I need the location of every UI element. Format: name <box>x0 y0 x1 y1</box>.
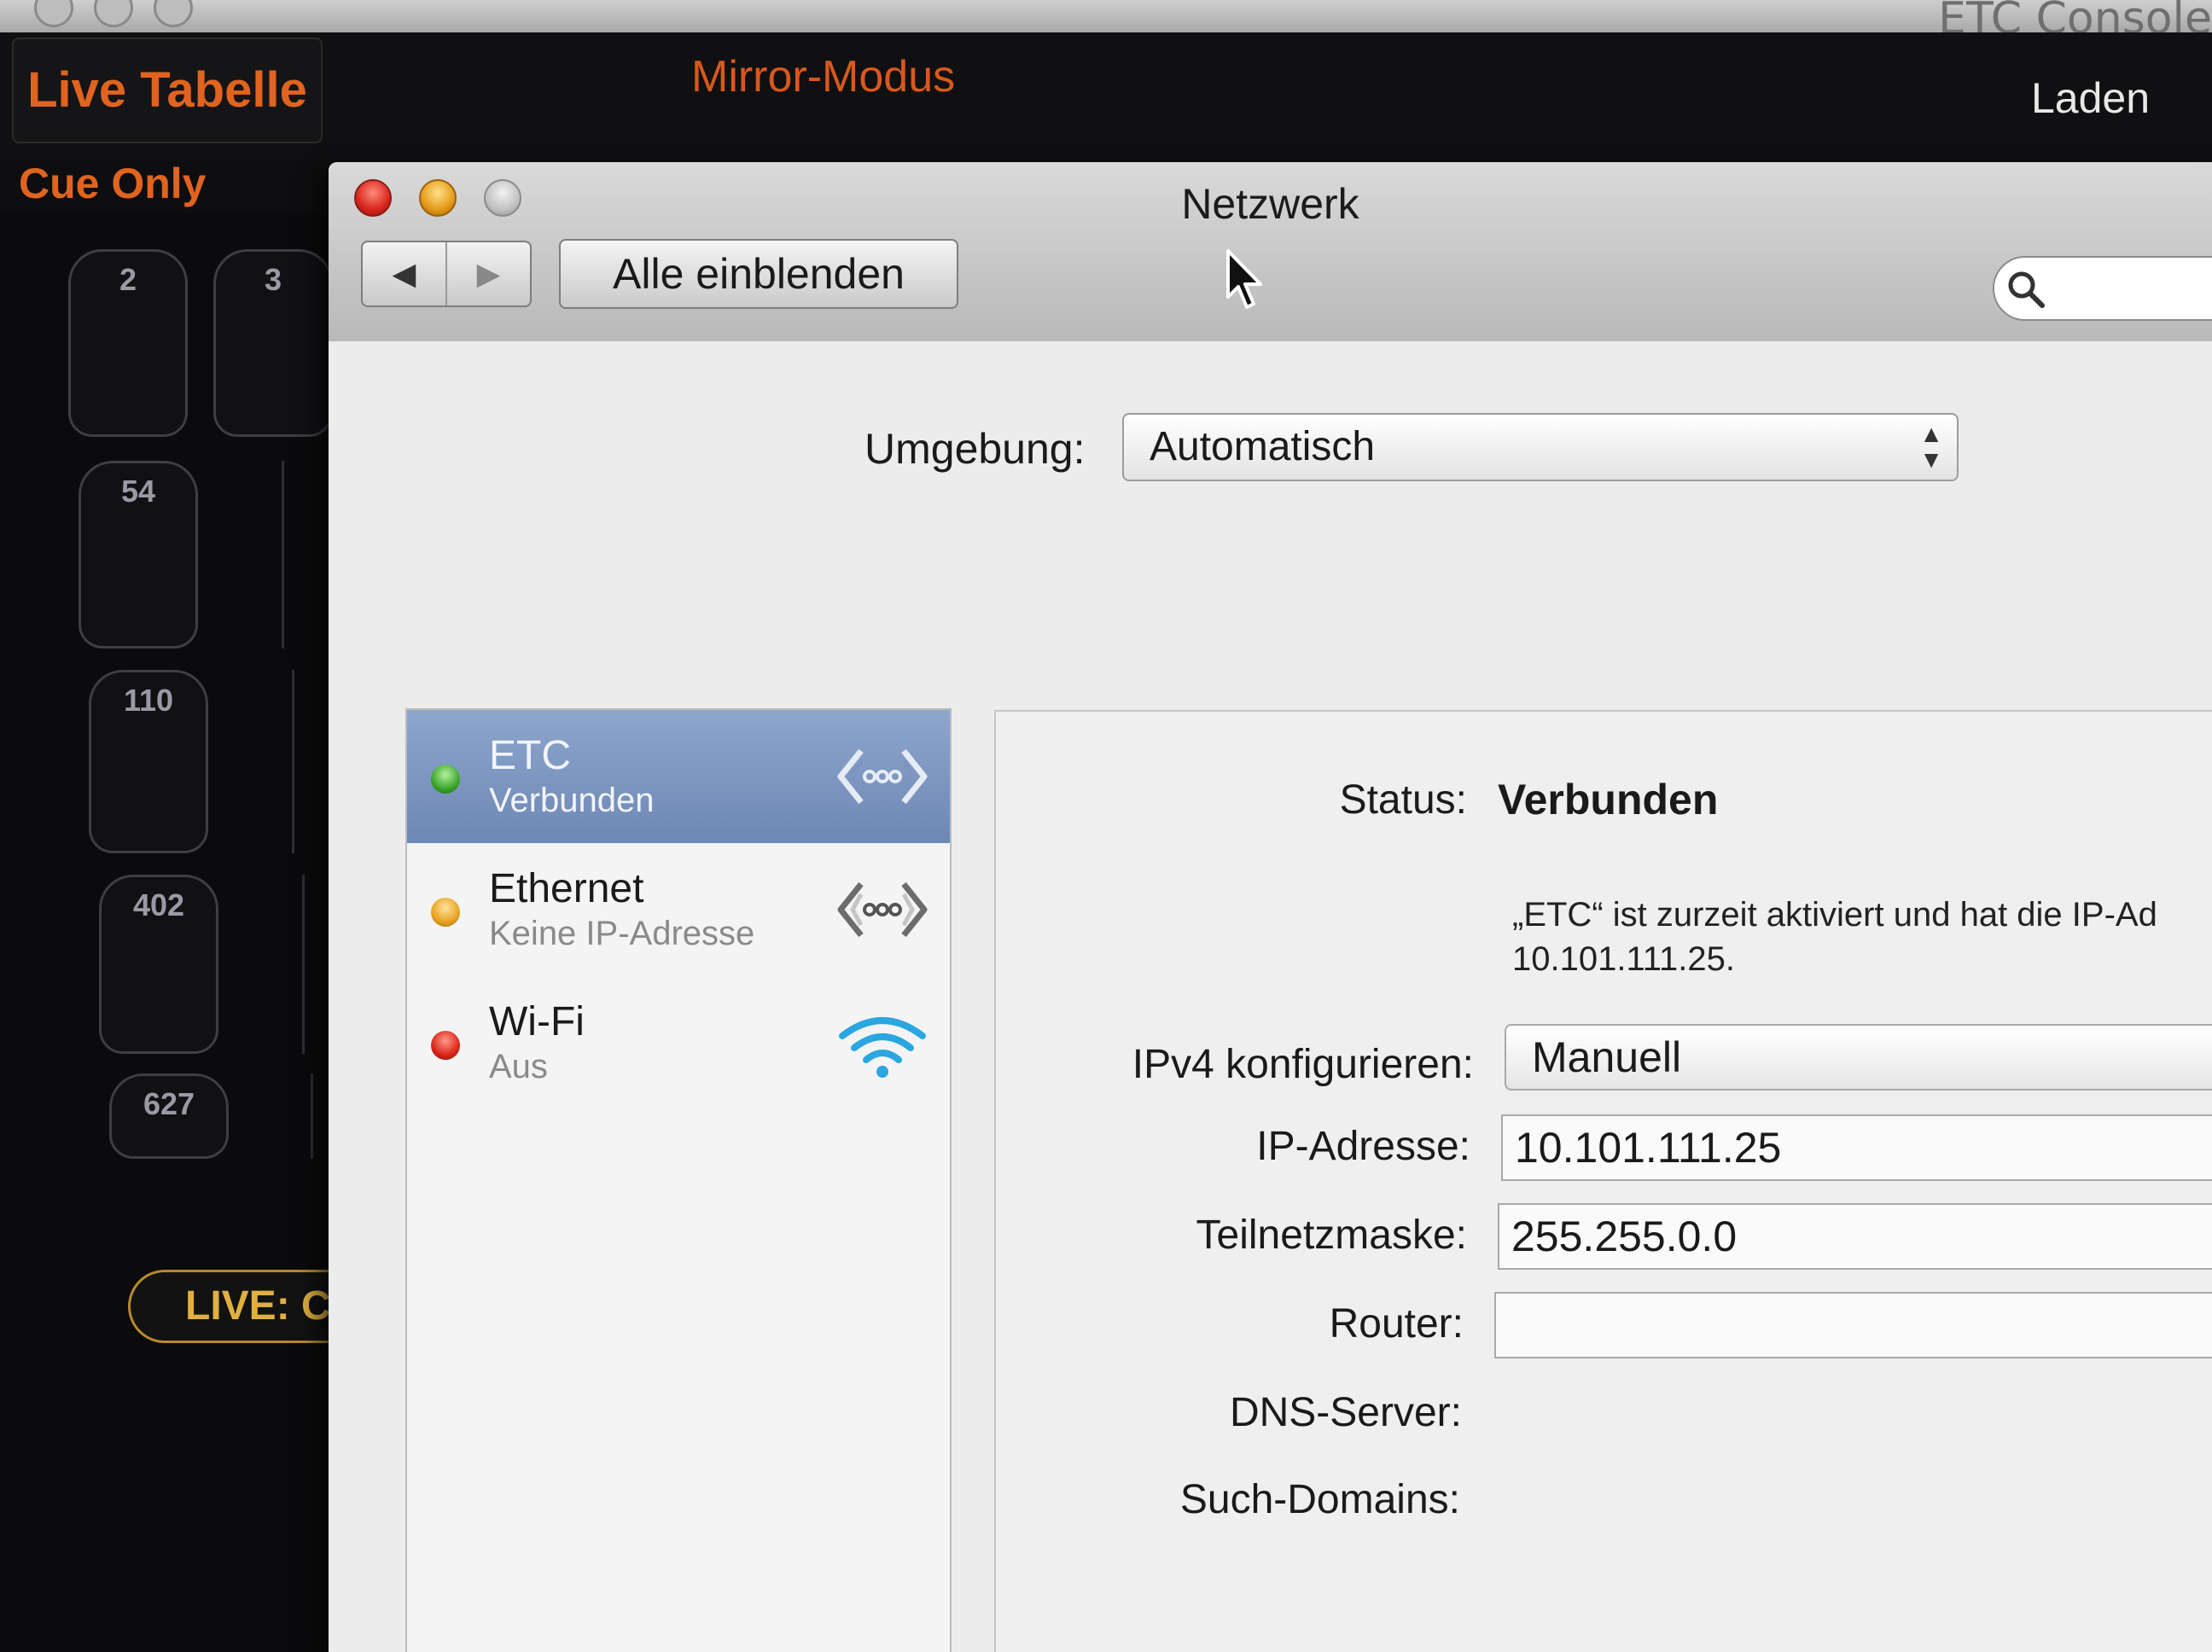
mouse-pointer-icon <box>1226 249 1262 309</box>
ipv4-config-popup[interactable]: Manuell <box>1505 1024 2212 1091</box>
search-icon <box>2008 271 2045 308</box>
window-toolbar: Netzwerk ◀ ▶ Alle einblenden <box>329 162 2212 343</box>
service-list: ETC Verbunden Ethernet Keine IP-Adresse <box>405 708 952 1652</box>
status-description-line: „ETC“ ist zurzeit aktiviert und hat die … <box>1512 896 2157 934</box>
service-item-wifi[interactable]: Wi-Fi Aus <box>407 976 950 1109</box>
ethernet-arrows-icon <box>837 881 928 938</box>
back-forward-control: ◀ ▶ <box>361 241 532 307</box>
service-name: Ethernet <box>489 866 644 911</box>
ip-address-field[interactable]: 10.101.111.25 <box>1501 1114 2212 1181</box>
subnet-mask-field[interactable]: 255.255.0.0 <box>1498 1203 2212 1270</box>
wifi-icon <box>839 1017 926 1078</box>
popup-arrows-icon: ▲ ▼ <box>1919 421 1943 473</box>
dns-server-label: DNS-Server: <box>1229 1390 1462 1435</box>
cue-divider <box>302 875 305 1054</box>
etc-titlebar: ETC Console <box>0 0 2212 44</box>
service-detail-pane: Status: Verbunden „ETC“ ist zurzeit akti… <box>994 710 2212 1652</box>
location-popup[interactable]: Automatisch ▲ ▼ <box>1122 413 1959 481</box>
ethernet-arrows-icon <box>837 748 928 805</box>
service-status: Aus <box>489 1048 548 1085</box>
cue-tile[interactable]: 2 <box>68 249 188 437</box>
tab-live-tabelle[interactable]: Live Tabelle <box>12 38 323 143</box>
etc-zoom-button[interactable] <box>154 0 193 27</box>
window-title: Netzwerk <box>1181 180 1359 228</box>
cue-tile[interactable]: 627 <box>109 1073 229 1159</box>
status-dot-icon <box>431 1031 460 1060</box>
network-preferences-window: Netzwerk ◀ ▶ Alle einblenden Umgebung: A… <box>329 162 2212 1652</box>
show-all-button[interactable]: Alle einblenden <box>559 239 958 309</box>
load-button[interactable]: Laden <box>2031 73 2150 123</box>
service-status: Verbunden <box>489 782 655 819</box>
etc-header <box>0 32 2212 160</box>
etc-minimize-button[interactable] <box>94 0 133 27</box>
cue-tile[interactable]: 110 <box>89 670 208 853</box>
search-domains-label: Such-Domains: <box>1179 1477 1460 1522</box>
cue-divider <box>311 1073 313 1159</box>
search-field[interactable] <box>1993 256 2212 321</box>
location-label: Umgebung: <box>864 425 1086 473</box>
service-item-etc[interactable]: ETC Verbunden <box>407 710 950 843</box>
status-value: Verbunden <box>1498 776 1719 823</box>
router-field[interactable] <box>1494 1292 2212 1358</box>
back-button[interactable]: ◀ <box>363 242 447 305</box>
location-value: Automatisch <box>1150 424 1376 469</box>
mirror-mode-label: Mirror-Modus <box>691 52 956 102</box>
subnet-mask-label: Teilnetzmaske: <box>1196 1213 1467 1258</box>
router-label: Router: <box>1329 1301 1464 1347</box>
cue-tile[interactable]: 54 <box>79 461 198 649</box>
status-label: Status: <box>1339 777 1467 823</box>
status-description-line: 10.101.111.25. <box>1512 940 1735 978</box>
cue-divider <box>292 670 294 853</box>
status-dot-icon <box>431 898 460 927</box>
service-name: Wi-Fi <box>489 999 585 1044</box>
status-dot-icon <box>431 765 460 794</box>
etc-close-button[interactable] <box>34 0 73 27</box>
preferences-content: Umgebung: Automatisch ▲▼ ETC Verbunden <box>329 341 2212 1652</box>
cue-only-label: Cue Only <box>19 160 207 207</box>
service-name: ETC <box>489 733 571 778</box>
ip-address-label: IP-Adresse: <box>1256 1124 1470 1169</box>
cue-tile[interactable]: 402 <box>99 875 218 1054</box>
ipv4-config-value: Manuell <box>1532 1033 1682 1081</box>
service-item-ethernet[interactable]: Ethernet Keine IP-Adresse <box>407 843 950 976</box>
status-description: „ETC“ ist zurzeit aktiviert und hat die … <box>1512 893 2157 981</box>
service-status: Keine IP-Adresse <box>489 915 755 952</box>
back-arrow-icon: ◀ <box>392 256 416 291</box>
cue-divider <box>282 461 284 649</box>
ipv4-config-label: IPv4 konfigurieren: <box>1132 1042 1474 1087</box>
forward-arrow-icon: ▶ <box>476 256 501 291</box>
forward-button[interactable]: ▶ <box>447 242 530 305</box>
cue-tile[interactable]: 3 <box>213 249 333 437</box>
